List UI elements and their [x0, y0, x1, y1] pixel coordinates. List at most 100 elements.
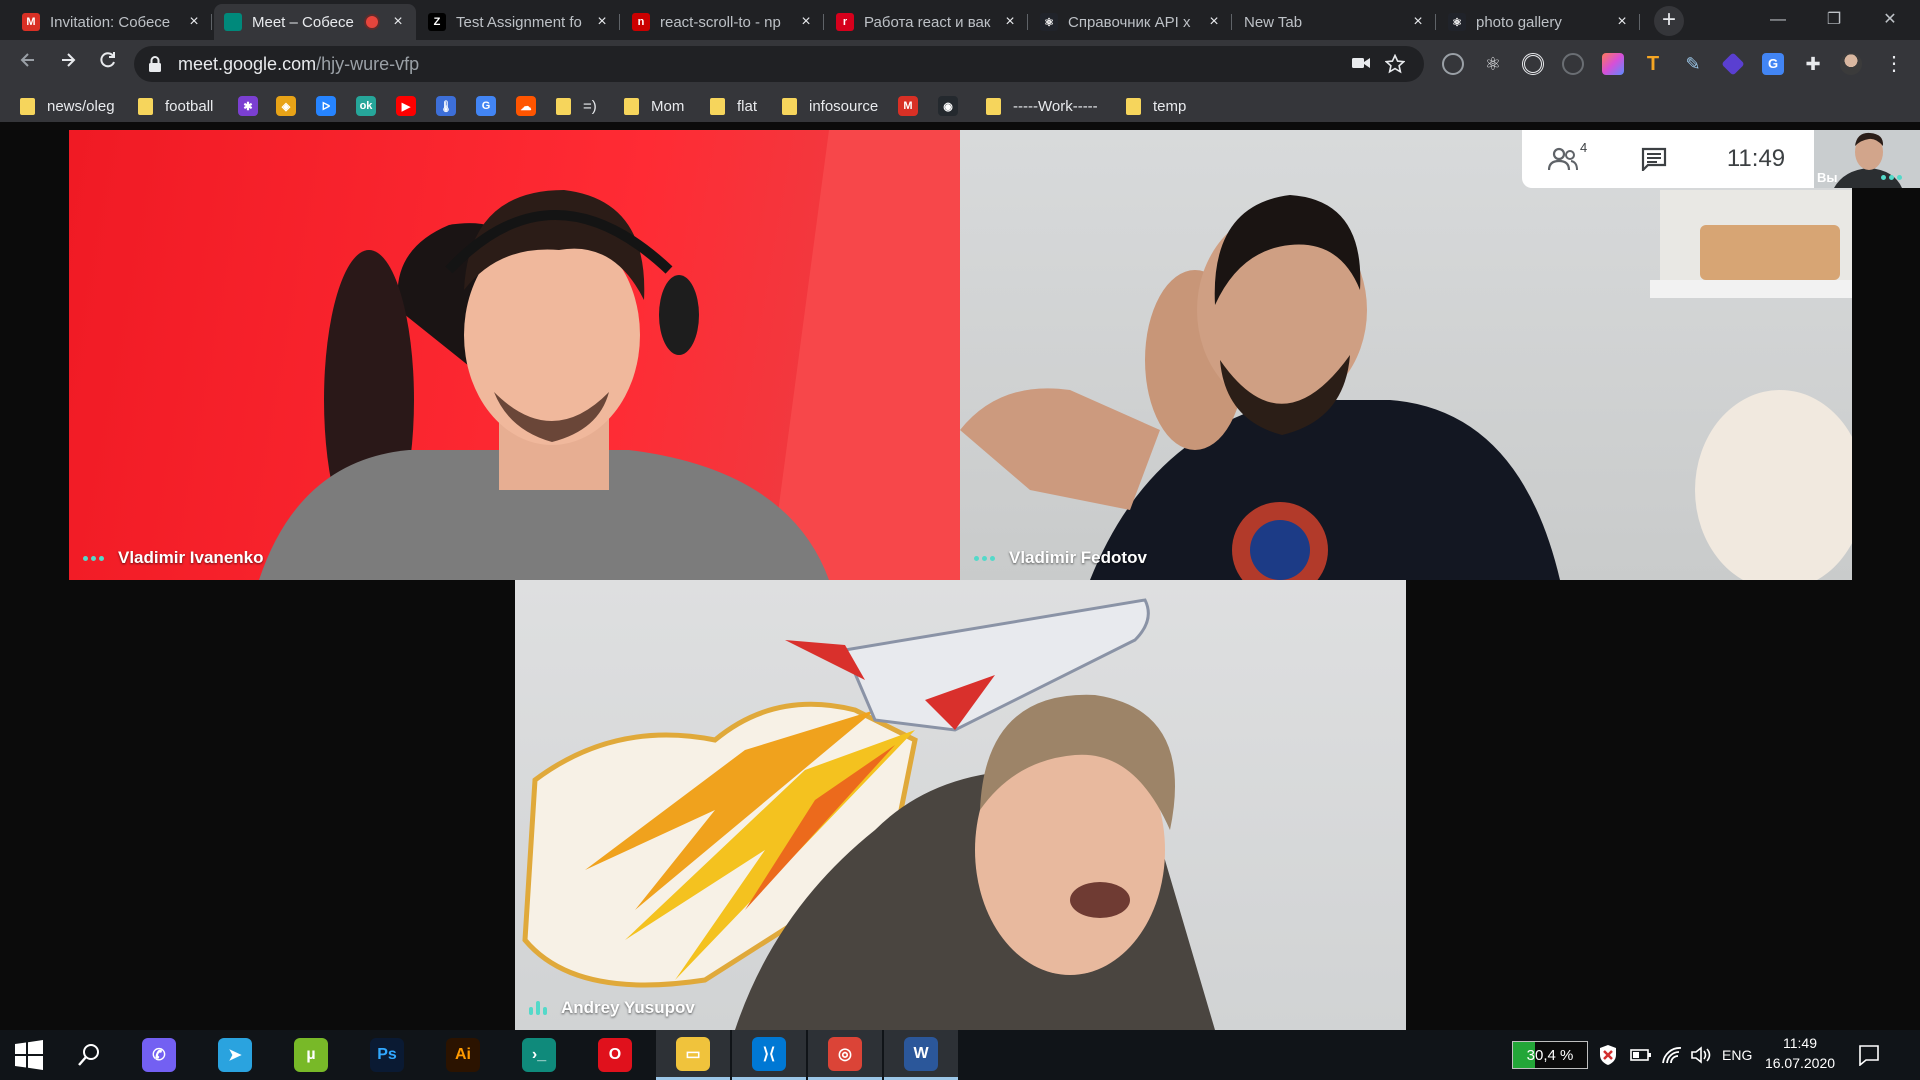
bookmark-folder[interactable]: temp: [1126, 95, 1186, 117]
tab-2[interactable]: Z Test Assignment fo ×: [418, 4, 620, 40]
taskbar-app-word[interactable]: W: [884, 1030, 958, 1080]
self-label: Вы: [1817, 170, 1838, 185]
close-tab-icon[interactable]: ×: [390, 13, 406, 31]
tab-6[interactable]: New Tab ×: [1234, 4, 1436, 40]
tab-1[interactable]: Meet – Собесе ×: [214, 4, 416, 40]
shield-tray-icon[interactable]: [1598, 1030, 1618, 1080]
extensions-puzzle-icon[interactable]: ✚: [1802, 53, 1824, 75]
tab-4[interactable]: r Работа react и вак ×: [826, 4, 1028, 40]
minimize-button[interactable]: —: [1750, 0, 1806, 40]
bookmark-folder[interactable]: =): [556, 95, 597, 117]
taskbar-app-chrome[interactable]: ◎: [808, 1030, 882, 1080]
taskbar-app-viber[interactable]: ✆: [122, 1030, 196, 1080]
tab-title: New Tab: [1244, 13, 1303, 31]
bookmark-label: infosource: [809, 97, 879, 115]
translate-icon[interactable]: G: [476, 96, 496, 116]
gmail-icon[interactable]: M: [898, 96, 918, 116]
battery-meter[interactable]: 30,4 %: [1512, 1041, 1588, 1069]
ok-icon[interactable]: ok: [356, 96, 376, 116]
video-tile-vladimir-ivanenko[interactable]: Vladimir Ivanenko: [69, 130, 960, 580]
url-text: meet.google.com/hjy-wure-vfp: [178, 54, 420, 74]
camera-icon[interactable]: [1350, 54, 1372, 76]
chat-button[interactable]: [1610, 130, 1698, 188]
close-tab-icon[interactable]: ×: [594, 13, 610, 31]
color-picker-icon[interactable]: [1602, 53, 1624, 75]
taskbar-app-illustrator[interactable]: Ai: [426, 1030, 500, 1080]
bookmark-folder[interactable]: football: [138, 95, 213, 117]
audio-indicator-icon: [974, 555, 995, 561]
bookmark-folder[interactable]: flat: [710, 95, 757, 117]
bookmark-folder[interactable]: Mom: [624, 95, 684, 117]
back-button[interactable]: [14, 50, 42, 78]
language-indicator[interactable]: ENG: [1722, 1030, 1752, 1080]
taskbar-app-file-explorer[interactable]: ▭: [656, 1030, 730, 1080]
address-bar[interactable]: meet.google.com/hjy-wure-vfp: [134, 46, 1424, 82]
file-explorer-icon: ▭: [676, 1036, 710, 1071]
system-clock[interactable]: 11:49 16.07.2020: [1756, 1033, 1844, 1073]
bookmark-label: =): [583, 97, 597, 115]
react-devtools-icon[interactable]: ⚛: [1482, 53, 1504, 75]
pen-extension-icon[interactable]: ✎: [1682, 53, 1704, 75]
video-tile-andrey-yusupov[interactable]: Andrey Yusupov: [515, 580, 1406, 1030]
chat-icon: [1641, 147, 1667, 171]
wifi-icon[interactable]: [1661, 1030, 1683, 1080]
taskbar-app-opera[interactable]: O: [578, 1030, 652, 1080]
folder-icon: [986, 97, 1001, 115]
volume-icon[interactable]: [1690, 1030, 1712, 1080]
people-button[interactable]: 4: [1522, 130, 1610, 188]
taskbar-app-terminal[interactable]: ›_: [502, 1030, 576, 1080]
tab-0[interactable]: M Invitation: Собесе ×: [12, 4, 212, 40]
bookmark-folder[interactable]: infosource: [782, 95, 878, 117]
bookmark-folder[interactable]: -----Work-----: [986, 95, 1098, 117]
close-window-button[interactable]: ✕: [1862, 0, 1918, 40]
target-extension-icon[interactable]: [1442, 53, 1464, 75]
close-tab-icon[interactable]: ×: [1614, 13, 1630, 31]
notifications-button[interactable]: [1858, 1030, 1880, 1080]
profile-avatar[interactable]: [1840, 53, 1862, 75]
self-view-tile[interactable]: Вы: [1814, 130, 1920, 188]
jira-icon[interactable]: ᐅ: [316, 96, 336, 116]
viber-icon: ✆: [142, 1038, 176, 1072]
tab-title: Test Assignment fo: [456, 13, 582, 31]
google-translate-icon[interactable]: G: [1762, 53, 1784, 75]
reload-button[interactable]: [94, 50, 122, 78]
new-tab-button[interactable]: +: [1654, 6, 1684, 36]
photoshop-icon: Ps: [370, 1038, 404, 1072]
record-extension-icon[interactable]: [1522, 53, 1544, 75]
utorrent-icon: µ: [294, 1038, 328, 1072]
tab-separator: [1231, 14, 1232, 30]
taskbar-app-photoshop[interactable]: Ps: [350, 1030, 424, 1080]
start-button[interactable]: [0, 1030, 58, 1080]
close-tab-icon[interactable]: ×: [798, 13, 814, 31]
taskbar-app-utorrent[interactable]: µ: [274, 1030, 348, 1080]
bookmark-folder[interactable]: news/oleg: [20, 95, 115, 117]
thermometer-icon[interactable]: 🌡: [436, 96, 456, 116]
video-tile-vladimir-fedotov[interactable]: Vladimir Fedotov: [960, 130, 1852, 580]
youtube-icon[interactable]: ▶: [396, 96, 416, 116]
tab-5[interactable]: ⚛ Справочник API х ×: [1030, 4, 1232, 40]
close-tab-icon[interactable]: ×: [1410, 13, 1426, 31]
star-bookmark-icon[interactable]: [1384, 53, 1406, 76]
forward-button[interactable]: [54, 50, 82, 78]
taskbar-app-telegram[interactable]: ➤: [198, 1030, 272, 1080]
gem-extension-icon[interactable]: [1721, 52, 1745, 76]
tab-title: react-scroll-to - np: [660, 13, 781, 31]
battery-tray-icon[interactable]: [1630, 1030, 1652, 1080]
close-tab-icon[interactable]: ×: [1002, 13, 1018, 31]
search-button[interactable]: [58, 1030, 120, 1080]
tab-3[interactable]: n react-scroll-to - np ×: [622, 4, 824, 40]
hammer-extension-icon[interactable]: T: [1642, 53, 1664, 75]
soundcloud-icon[interactable]: ☁: [516, 96, 536, 116]
chrome-menu-icon[interactable]: ⋮: [1884, 53, 1904, 75]
github-icon[interactable]: ◉: [938, 96, 958, 116]
taskbar-app-vscode[interactable]: ⟩⟨: [732, 1030, 806, 1080]
close-tab-icon[interactable]: ×: [1206, 13, 1222, 31]
badge-icon[interactable]: ◈: [276, 96, 296, 116]
colorful-star-icon[interactable]: ✱: [238, 96, 258, 116]
close-tab-icon[interactable]: ×: [186, 13, 202, 31]
tab-7[interactable]: ⚛ photo gallery ×: [1438, 4, 1640, 40]
clock-extension-icon[interactable]: [1562, 53, 1584, 75]
tab-title: photo gallery: [1476, 13, 1562, 31]
restore-button[interactable]: ❐: [1806, 0, 1862, 40]
browser-toolbar: meet.google.com/hjy-wure-vfp ⚛ T ✎ G ✚ ⋮: [0, 40, 1920, 88]
